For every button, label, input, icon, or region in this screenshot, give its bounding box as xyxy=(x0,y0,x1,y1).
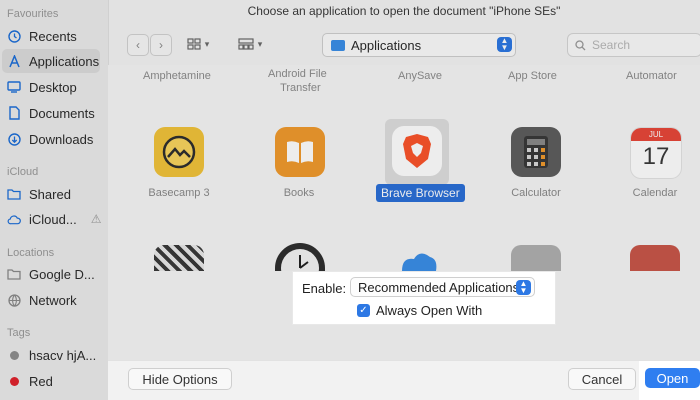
search-placeholder: Search xyxy=(592,38,631,52)
sidebar-item-desktop[interactable]: Desktop xyxy=(0,75,100,99)
sidebar-item-label: Documents xyxy=(29,105,95,121)
gallery-view-icon: ▾ xyxy=(238,38,263,50)
sidebar-item-label: Applications xyxy=(29,53,100,69)
grid-view-icon: ▾ xyxy=(187,38,210,50)
dictionary-app-icon[interactable] xyxy=(630,245,680,271)
app-label-basecamp[interactable]: Basecamp 3 xyxy=(148,187,209,199)
applications-icon xyxy=(7,54,21,68)
calendar-month: JUL xyxy=(631,128,681,141)
sidebar-item-label: Recents xyxy=(29,28,77,44)
app-label-android-file-transfer[interactable]: Android File Transfer xyxy=(268,67,327,95)
calculator-app-icon[interactable] xyxy=(511,127,561,177)
books-app-icon[interactable] xyxy=(275,127,325,177)
clock-app-icon[interactable] xyxy=(275,243,325,287)
app-label-automator[interactable]: Automator xyxy=(626,70,677,82)
app-icon-partial[interactable] xyxy=(511,245,561,271)
always-open-label[interactable]: Always Open With xyxy=(376,303,482,318)
cloud-icon xyxy=(7,212,21,226)
chess-app-icon[interactable] xyxy=(154,245,204,271)
sidebar-item-label: Shared xyxy=(29,186,71,202)
open-with-dialog: Favourites Recents Applications Desktop … xyxy=(0,0,700,400)
sidebar-section-favourites: Favourites xyxy=(7,8,59,20)
bottom-bar: Hide Options Cancel xyxy=(108,360,700,400)
brave-browser-app-icon[interactable] xyxy=(392,126,442,176)
sidebar-item-label: Downloads xyxy=(29,131,94,147)
app-label-calculator[interactable]: Calculator xyxy=(511,187,561,199)
download-icon xyxy=(7,132,21,146)
icon-view-button[interactable]: ▾ xyxy=(179,34,217,54)
basecamp-app-icon[interactable] xyxy=(154,127,204,177)
app-label-amphetamine[interactable]: Amphetamine xyxy=(143,70,211,82)
sidebar-item-network[interactable]: Network xyxy=(0,288,100,312)
calendar-app-icon[interactable]: JUL 17 xyxy=(630,127,682,179)
chevron-left-icon: ‹ xyxy=(136,38,140,52)
app-label-anysave[interactable]: AnySave xyxy=(398,70,442,82)
sidebar-item-label: hsacv hjA... xyxy=(29,347,97,363)
options-panel: Enable: Recommended Applications ▲ ▼ ✓ Al… xyxy=(293,272,555,324)
clock-icon xyxy=(7,29,21,43)
search-icon xyxy=(575,39,586,51)
app-label-books[interactable]: Books xyxy=(284,187,315,199)
sidebar-item-tag-hsacv[interactable]: hsacv hjA... xyxy=(0,343,100,367)
open-button[interactable]: Open xyxy=(645,368,700,388)
tag-dot-icon xyxy=(7,348,21,362)
hide-options-button[interactable]: Hide Options xyxy=(128,368,232,390)
sidebar-item-google-drive[interactable]: Google D... xyxy=(0,262,100,286)
sidebar-item-label: Google D... xyxy=(29,266,95,282)
chevron-right-icon: › xyxy=(159,38,163,52)
drive-icon xyxy=(7,267,21,281)
chevron-down-icon: ▾ xyxy=(204,38,210,49)
dialog-title: Choose an application to open the docume… xyxy=(247,4,561,18)
enable-select-value: Recommended Applications xyxy=(358,279,520,295)
sidebar-item-recents[interactable]: Recents xyxy=(0,24,100,48)
group-button[interactable]: ▾ xyxy=(231,34,269,54)
updown-stepper-icon: ▲ ▼ xyxy=(516,280,531,295)
sidebar-item-label: Desktop xyxy=(29,79,77,95)
location-label: Applications xyxy=(351,37,422,53)
app-label-brave-browser[interactable]: Brave Browser xyxy=(376,184,465,202)
sidebar-item-applications[interactable]: Applications xyxy=(2,49,100,73)
sidebar-section-icloud: iCloud xyxy=(7,166,39,178)
tag-dot-icon xyxy=(7,374,21,388)
sidebar-item-icloud-drive[interactable]: iCloud... ⚠ xyxy=(0,207,102,231)
sidebar-item-label: Red xyxy=(29,373,53,389)
search-field[interactable]: Search xyxy=(567,33,700,57)
sidebar-item-shared[interactable]: Shared xyxy=(0,182,100,206)
cancel-button[interactable]: Cancel xyxy=(568,368,636,390)
forward-button[interactable]: › xyxy=(150,34,172,56)
document-icon xyxy=(7,106,21,120)
sidebar-section-locations: Locations xyxy=(7,247,55,259)
app-label-calendar[interactable]: Calendar xyxy=(633,187,678,199)
cloud-app-icon[interactable] xyxy=(392,247,442,271)
sidebar-item-label: iCloud... xyxy=(29,211,77,227)
warning-icon: ⚠ xyxy=(90,212,102,226)
sidebar-item-label: Network xyxy=(29,292,77,308)
enable-select[interactable]: Recommended Applications ▲ ▼ xyxy=(350,277,535,297)
location-popup[interactable]: Applications ▲ ▼ xyxy=(322,33,516,57)
calendar-day: 17 xyxy=(642,143,670,170)
updown-stepper-icon: ▲ ▼ xyxy=(497,37,512,52)
folder-icon xyxy=(331,39,345,51)
sidebar-item-downloads[interactable]: Downloads xyxy=(0,127,100,151)
always-open-checkbox[interactable]: ✓ xyxy=(357,304,370,317)
app-label-app-store[interactable]: App Store xyxy=(508,70,557,82)
desktop-icon xyxy=(7,80,21,94)
shared-folder-icon xyxy=(7,187,21,201)
sidebar-item-tag-red[interactable]: Red xyxy=(0,369,100,393)
back-button[interactable]: ‹ xyxy=(127,34,149,56)
sidebar: Favourites Recents Applications Desktop … xyxy=(0,0,109,400)
globe-icon xyxy=(7,293,21,307)
chevron-down-icon: ▾ xyxy=(257,38,263,49)
enable-label: Enable: xyxy=(302,281,347,296)
sidebar-item-documents[interactable]: Documents xyxy=(0,101,100,125)
sidebar-section-tags: Tags xyxy=(7,327,31,339)
